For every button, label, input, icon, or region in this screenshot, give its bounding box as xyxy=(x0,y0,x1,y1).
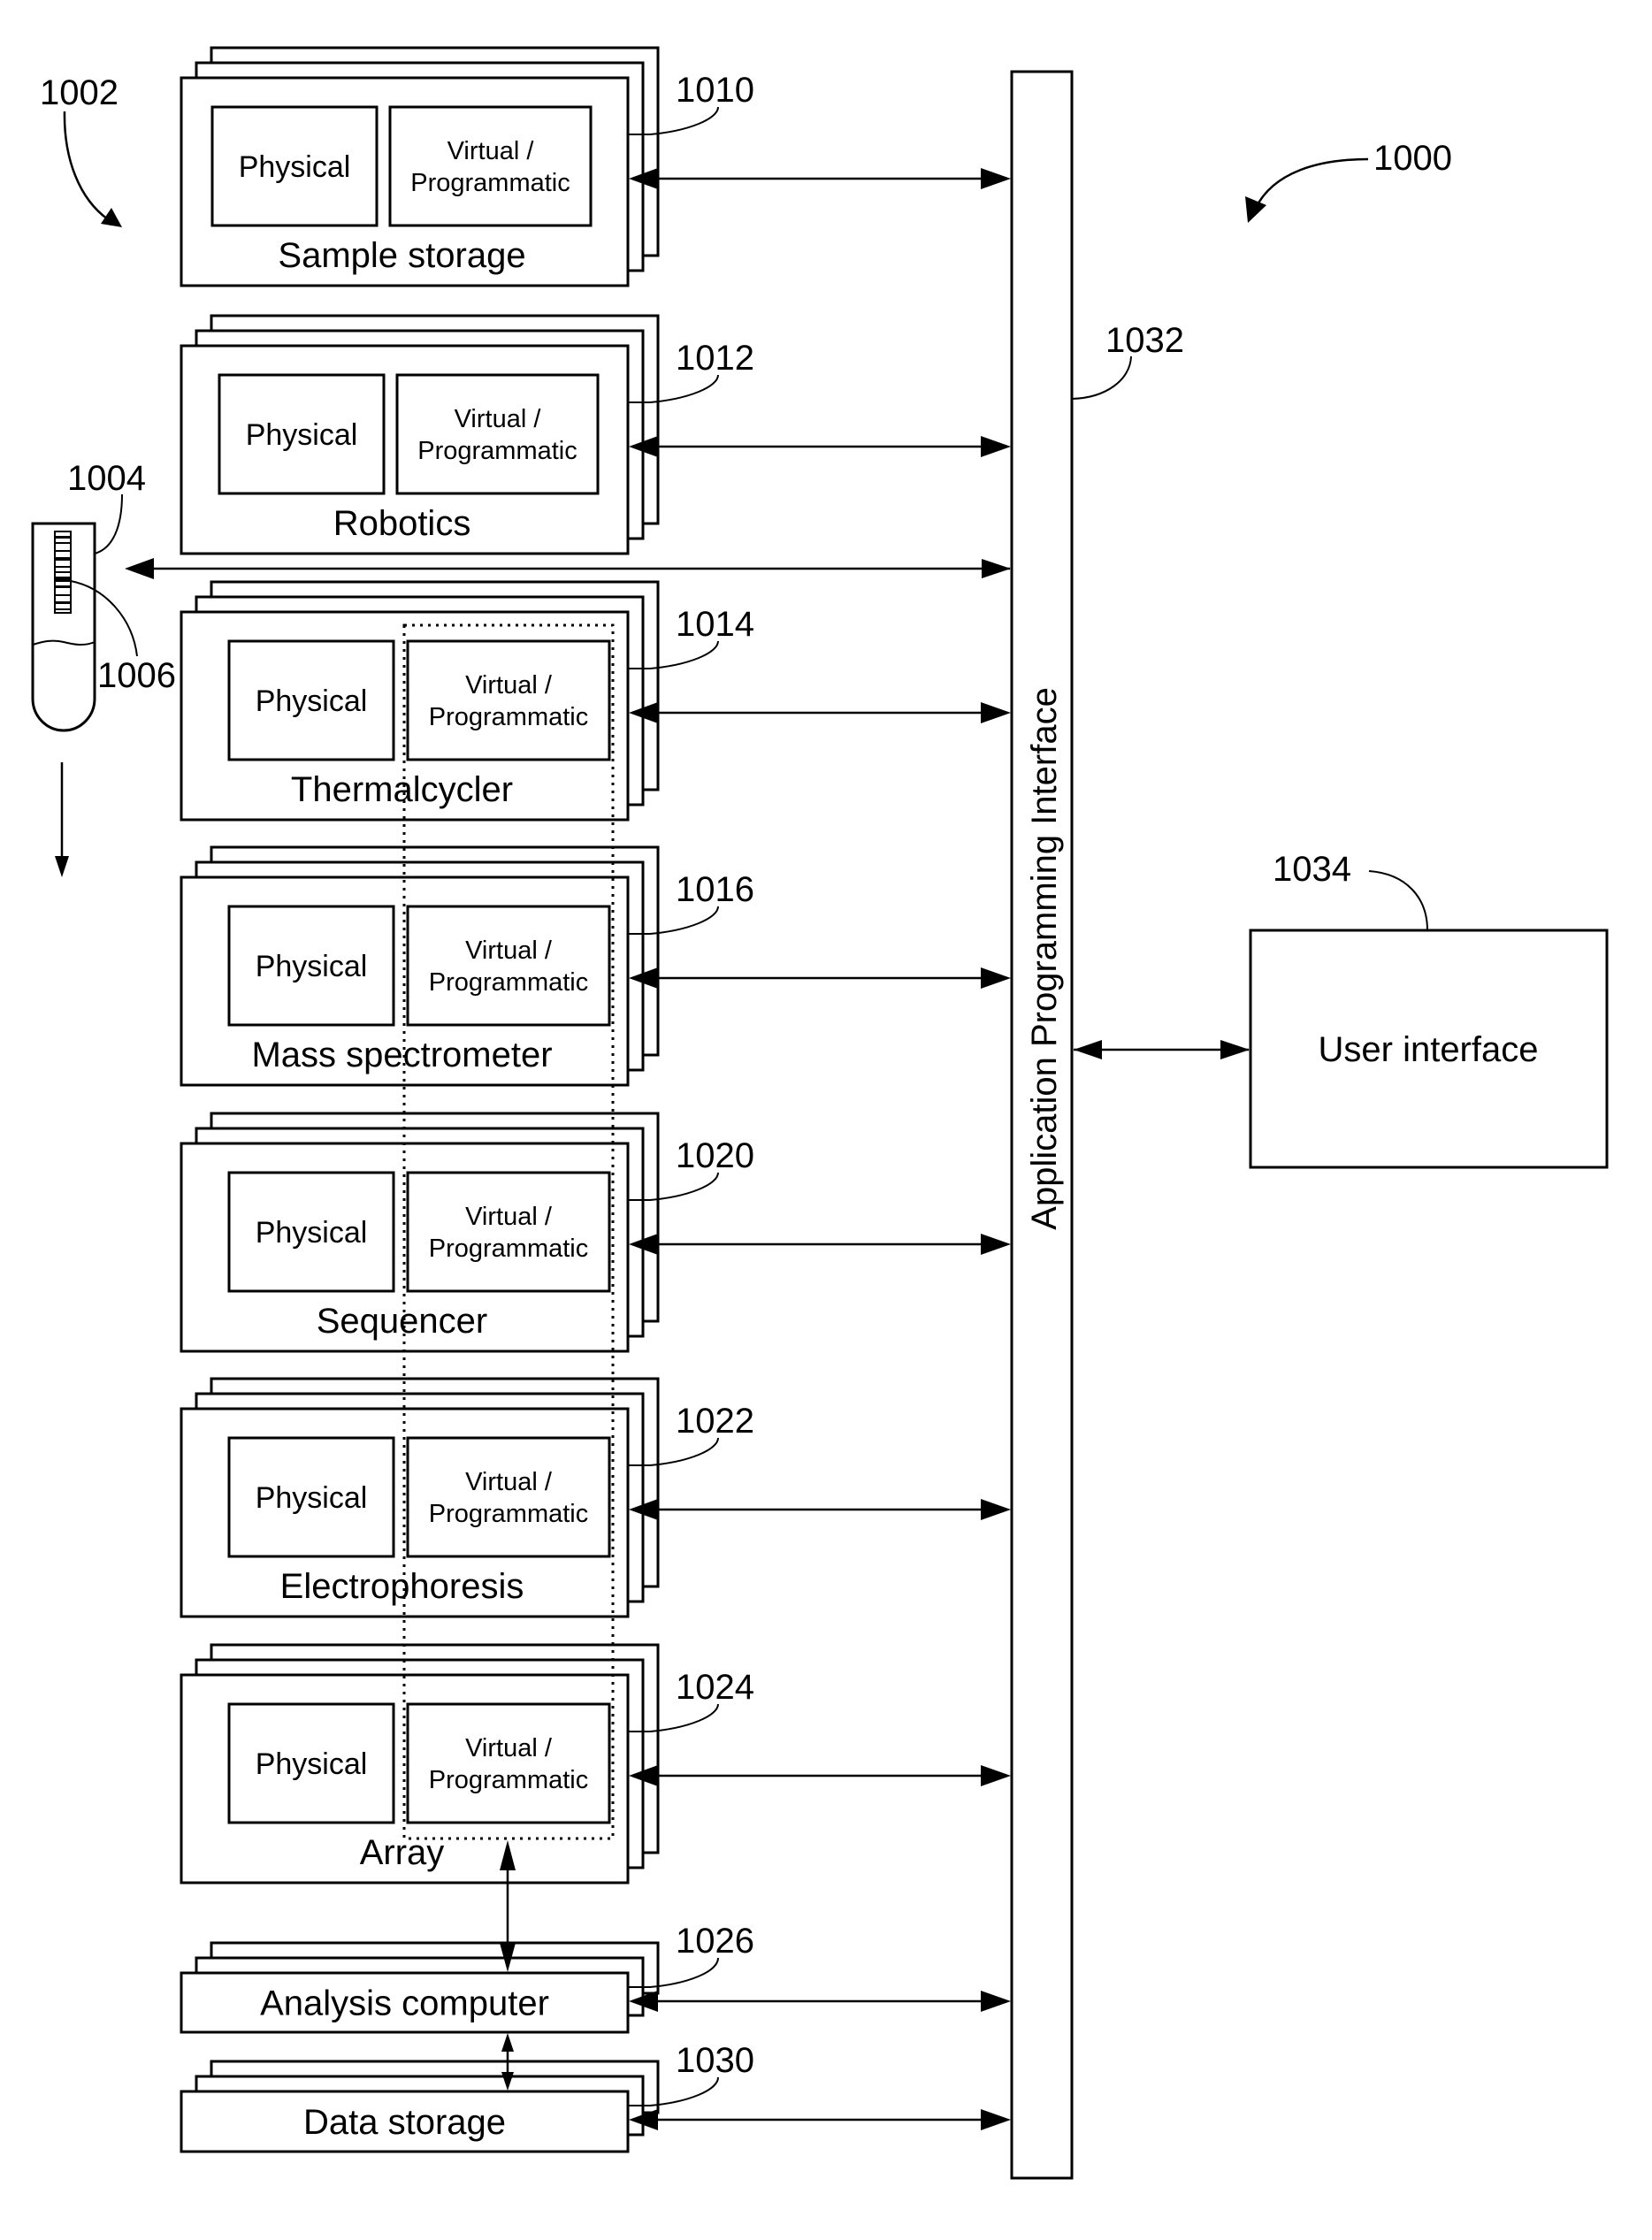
instrument-sample-storage-arrowhead-right-icon xyxy=(981,168,1011,189)
computer-analysis-computer-title: Analysis computer xyxy=(260,1984,549,2023)
instrument-mass-spectrometer-physical-label: Physical xyxy=(256,950,368,983)
api-tube-arrowhead-right-icon xyxy=(982,559,1011,578)
api-bar[interactable]: Application Programming Interface xyxy=(1010,70,1074,2180)
lab-automation-system-diagram: 1000 1002 Application Programming Interf… xyxy=(0,0,1652,2240)
instrument-electrophoresis[interactable]: Physical Virtual / Programmatic Electrophor… xyxy=(180,1377,1011,1618)
user-interface-block[interactable]: User interface xyxy=(1249,929,1609,1169)
barcode-ref-label: 1006 xyxy=(97,656,176,695)
instrument-robotics-arrowhead-right-icon xyxy=(981,436,1011,457)
instrument-array[interactable]: Physical Virtual / Programmatic Array 1024 xyxy=(180,1643,1011,1885)
instrument-mass-spectrometer-arrowhead-right-icon xyxy=(981,967,1011,989)
instrument-robotics-virtual-label: Virtual / xyxy=(455,405,542,433)
api-ui-arrowhead-left-icon xyxy=(1074,1040,1102,1059)
instrument-sample-storage-title: Sample storage xyxy=(278,236,525,275)
figure-reference: 1000 xyxy=(1245,139,1452,223)
instrument-thermalcycler-virtual-box[interactable] xyxy=(406,639,611,761)
sample-tube[interactable]: 1004 1006 xyxy=(31,459,176,732)
instrument-stack-list: Physical Virtual / Programmatic Sample stor… xyxy=(180,46,1011,1885)
instrument-array-title: Array xyxy=(360,1833,445,1872)
computer-analysis-computer-arrowhead-right-icon xyxy=(981,1991,1011,2012)
computer-data-storage-ref-label: 1030 xyxy=(676,2041,754,2080)
user-interface-ref-leader xyxy=(1368,870,1428,931)
tube-flow-arrowhead-down-icon xyxy=(55,856,69,877)
instrument-mass-spectrometer-title: Mass spectrometer xyxy=(251,1036,552,1074)
api-bar-label: Application Programming Interface xyxy=(1025,687,1064,1230)
instrument-sample-storage-virtual-label: Virtual / xyxy=(447,137,535,165)
instrument-sequencer-title: Sequencer xyxy=(317,1302,487,1341)
computer-stack-list: Analysis computer 1026 Data storage 1030 xyxy=(180,1922,1011,2153)
instrument-thermalcycler-virtual-label: Virtual / xyxy=(465,671,553,700)
instrument-array-arrowhead-right-icon xyxy=(981,1765,1011,1786)
instrument-sample-storage-ref-label: 1010 xyxy=(676,71,754,110)
instrument-mass-spectrometer-virtual-box[interactable] xyxy=(406,905,611,1027)
system-reference: 1002 xyxy=(40,73,122,227)
instrument-sample-storage-physical-label: Physical xyxy=(239,150,351,184)
instrument-thermalcycler[interactable]: Physical Virtual / Programmatic Thermalcycl… xyxy=(180,580,1011,822)
user-interface-reference: 1034 xyxy=(1273,850,1428,931)
instrument-electrophoresis-physical-label: Physical xyxy=(256,1481,368,1515)
instrument-array-programmatic-label: Programmatic xyxy=(429,1766,589,1794)
analysis-storage-arrowhead-up-icon xyxy=(501,2033,514,2052)
instrument-robotics-title: Robotics xyxy=(333,504,471,543)
instrument-array-ref-label: 1024 xyxy=(676,1668,754,1707)
figure-ref-label: 1000 xyxy=(1373,139,1452,178)
instrument-array-physical-label: Physical xyxy=(256,1747,368,1781)
instrument-electrophoresis-arrowhead-right-icon xyxy=(981,1499,1011,1520)
instrument-thermalcycler-physical-label: Physical xyxy=(256,684,368,718)
sample-tube-ref-label: 1004 xyxy=(67,459,146,498)
instrument-thermalcycler-ref-label: 1014 xyxy=(676,605,754,644)
instrument-mass-spectrometer-programmatic-label: Programmatic xyxy=(429,968,589,997)
instrument-thermalcycler-title: Thermalcycler xyxy=(291,770,513,809)
tube-flow-arrow xyxy=(55,762,69,877)
figure-ref-arrow xyxy=(1254,157,1369,209)
instrument-mass-spectrometer[interactable]: Physical Virtual / Programmatic Mass spectr… xyxy=(180,845,1011,1087)
instrument-sequencer-physical-label: Physical xyxy=(256,1216,368,1250)
instrument-thermalcycler-programmatic-label: Programmatic xyxy=(429,703,589,731)
instrument-array-virtual-label: Virtual / xyxy=(465,1734,553,1762)
system-ref-arrow xyxy=(63,111,109,221)
instrument-sequencer-virtual-label: Virtual / xyxy=(465,1203,553,1231)
instrument-sequencer-ref-label: 1020 xyxy=(676,1136,754,1175)
instrument-sample-storage[interactable]: Physical Virtual / Programmatic Sample stor… xyxy=(180,46,1011,287)
system-ref-label: 1002 xyxy=(40,73,119,112)
instrument-robotics-programmatic-label: Programmatic xyxy=(417,437,577,465)
instrument-sequencer-arrowhead-right-icon xyxy=(981,1234,1011,1255)
instrument-thermalcycler-arrowhead-right-icon xyxy=(981,702,1011,723)
instrument-robotics-ref-label: 1012 xyxy=(676,339,754,378)
instrument-sample-storage-virtual-box[interactable] xyxy=(388,105,593,227)
instrument-electrophoresis-ref-label: 1022 xyxy=(676,1402,754,1441)
computer-analysis-computer[interactable]: Analysis computer 1026 xyxy=(180,1922,1011,2034)
user-interface-ref-label: 1034 xyxy=(1273,850,1351,889)
computer-data-storage[interactable]: Data storage 1030 xyxy=(180,2041,1011,2153)
sample-tube-ref-leader xyxy=(94,493,123,554)
instrument-sample-storage-programmatic-label: Programmatic xyxy=(410,169,570,197)
api-tube-connector xyxy=(125,558,1011,579)
computer-data-storage-arrowhead-right-icon xyxy=(981,2109,1011,2130)
instrument-array-virtual-box[interactable] xyxy=(406,1702,611,1824)
instrument-electrophoresis-title: Electrophoresis xyxy=(280,1567,524,1606)
api-ui-arrowhead-right-icon xyxy=(1220,1040,1250,1059)
instrument-electrophoresis-virtual-box[interactable] xyxy=(406,1436,611,1558)
instrument-mass-spectrometer-virtual-label: Virtual / xyxy=(465,937,553,965)
instrument-robotics-physical-label: Physical xyxy=(246,418,358,452)
computer-analysis-computer-ref-label: 1026 xyxy=(676,1922,754,1961)
user-interface-label: User interface xyxy=(1319,1030,1539,1069)
api-ref-leader xyxy=(1071,355,1132,400)
api-tube-arrowhead-left-icon xyxy=(125,558,154,579)
api-ui-connector xyxy=(1074,1040,1250,1059)
computer-data-storage-title: Data storage xyxy=(303,2103,506,2142)
instrument-robotics[interactable]: Physical Virtual / Programmatic Robotics 101… xyxy=(180,314,1011,555)
instrument-sequencer-virtual-box[interactable] xyxy=(406,1171,611,1293)
instrument-robotics-virtual-box[interactable] xyxy=(395,373,600,495)
api-ref-label: 1032 xyxy=(1105,321,1184,360)
barcode-icon xyxy=(54,531,72,614)
instrument-electrophoresis-programmatic-label: Programmatic xyxy=(429,1500,589,1528)
instrument-sequencer[interactable]: Physical Virtual / Programmatic Sequencer 10… xyxy=(180,1112,1011,1353)
instrument-sequencer-programmatic-label: Programmatic xyxy=(429,1235,589,1263)
instrument-mass-spectrometer-ref-label: 1016 xyxy=(676,870,754,909)
instrument-electrophoresis-virtual-label: Virtual / xyxy=(465,1468,553,1496)
figure-ref-arrowhead-icon xyxy=(1245,196,1266,223)
api-reference: 1032 xyxy=(1071,321,1184,400)
